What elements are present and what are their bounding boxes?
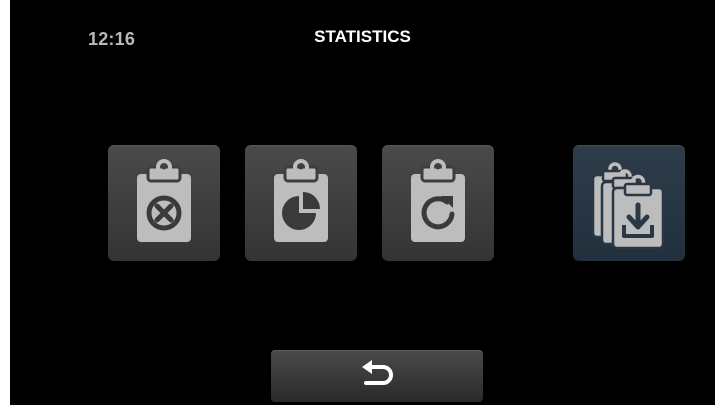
clipboard-x-icon bbox=[133, 158, 195, 248]
reset-statistics-button[interactable] bbox=[382, 145, 494, 261]
clipboard-pie-chart-icon bbox=[270, 158, 332, 248]
clipboards-download-icon bbox=[589, 155, 669, 251]
page-title: STATISTICS bbox=[314, 27, 411, 46]
export-statistics-button[interactable] bbox=[573, 145, 685, 261]
statistics-screen: 12:16 STATISTICS bbox=[10, 0, 715, 405]
back-button[interactable] bbox=[271, 350, 483, 402]
view-statistics-button[interactable] bbox=[245, 145, 357, 261]
clear-statistics-button[interactable] bbox=[108, 145, 220, 261]
clipboard-refresh-icon bbox=[407, 158, 469, 248]
back-arrow-icon bbox=[357, 359, 397, 394]
